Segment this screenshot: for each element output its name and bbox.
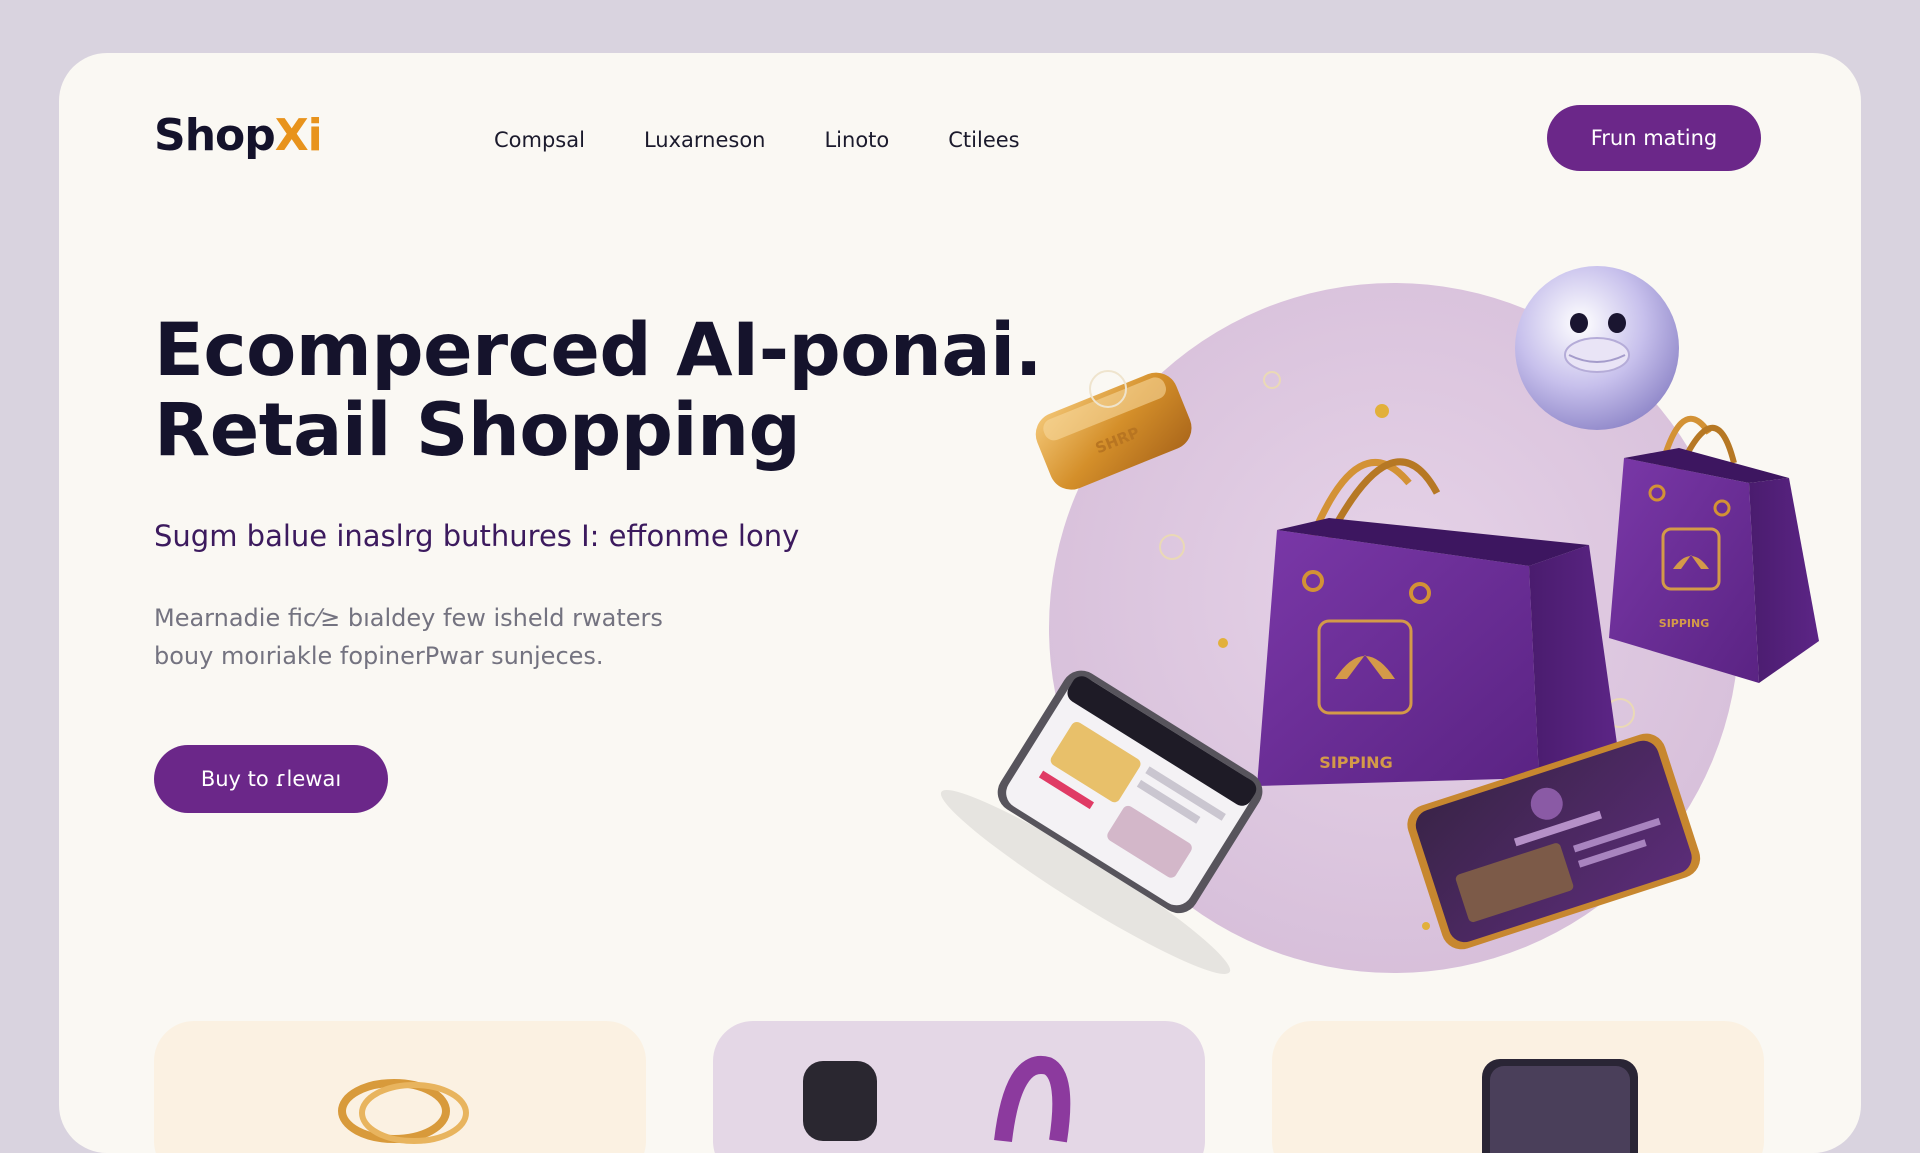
page-frame: ShopXi Compsal Luxarneson Linoto Ctilees…	[59, 53, 1861, 1153]
nav-item-4[interactable]: Ctilees	[948, 128, 1019, 152]
shopping-bag-small-icon: SIPPING	[1609, 415, 1819, 683]
bag-small-label: SIPPING	[1659, 617, 1709, 630]
brand-logo-text: Shop	[154, 110, 276, 161]
smartwatch-icon	[803, 1056, 1071, 1143]
main-nav: Compsal Luxarneson Linoto Ctilees	[494, 128, 1020, 152]
robot-sphere-icon	[1515, 266, 1679, 430]
hero-subtitle: Sugm balue inaslrg buthures I: effonme l…	[154, 519, 800, 553]
bag-large-label: SIPPING	[1319, 753, 1392, 772]
smartphone-icon	[1482, 1059, 1638, 1153]
hero-illustration: SHRP SIPPING SIPPING	[889, 193, 1849, 993]
brand-logo-accent: Xi	[274, 110, 323, 161]
nav-item-2[interactable]: Luxarneson	[644, 128, 766, 152]
product-card-3[interactable]	[1272, 1021, 1764, 1153]
hero-description-line-1: Mearnadie fic⁄≥ bıaldey few isheld rwate…	[154, 604, 663, 632]
header-cta-button[interactable]: Frun mating	[1547, 105, 1761, 171]
product-card-2[interactable]	[713, 1021, 1205, 1153]
hero-illustration-svg: SHRP SIPPING SIPPING	[940, 266, 1819, 974]
hero-description: Mearnadie fic⁄≥ bıaldey few isheld rwate…	[154, 599, 663, 675]
product-card-1[interactable]	[154, 1021, 646, 1153]
nav-item-1[interactable]: Compsal	[494, 128, 585, 152]
nav-item-3[interactable]: Linoto	[824, 128, 889, 152]
hero-description-line-2: bouy moıriakle fopinerPwar sunjeces.	[154, 642, 604, 670]
brand-logo[interactable]: ShopXi	[154, 110, 323, 161]
gold-ring-icon	[338, 1079, 469, 1144]
hero-cta-button[interactable]: Buy to ɾlewaı	[154, 745, 388, 813]
